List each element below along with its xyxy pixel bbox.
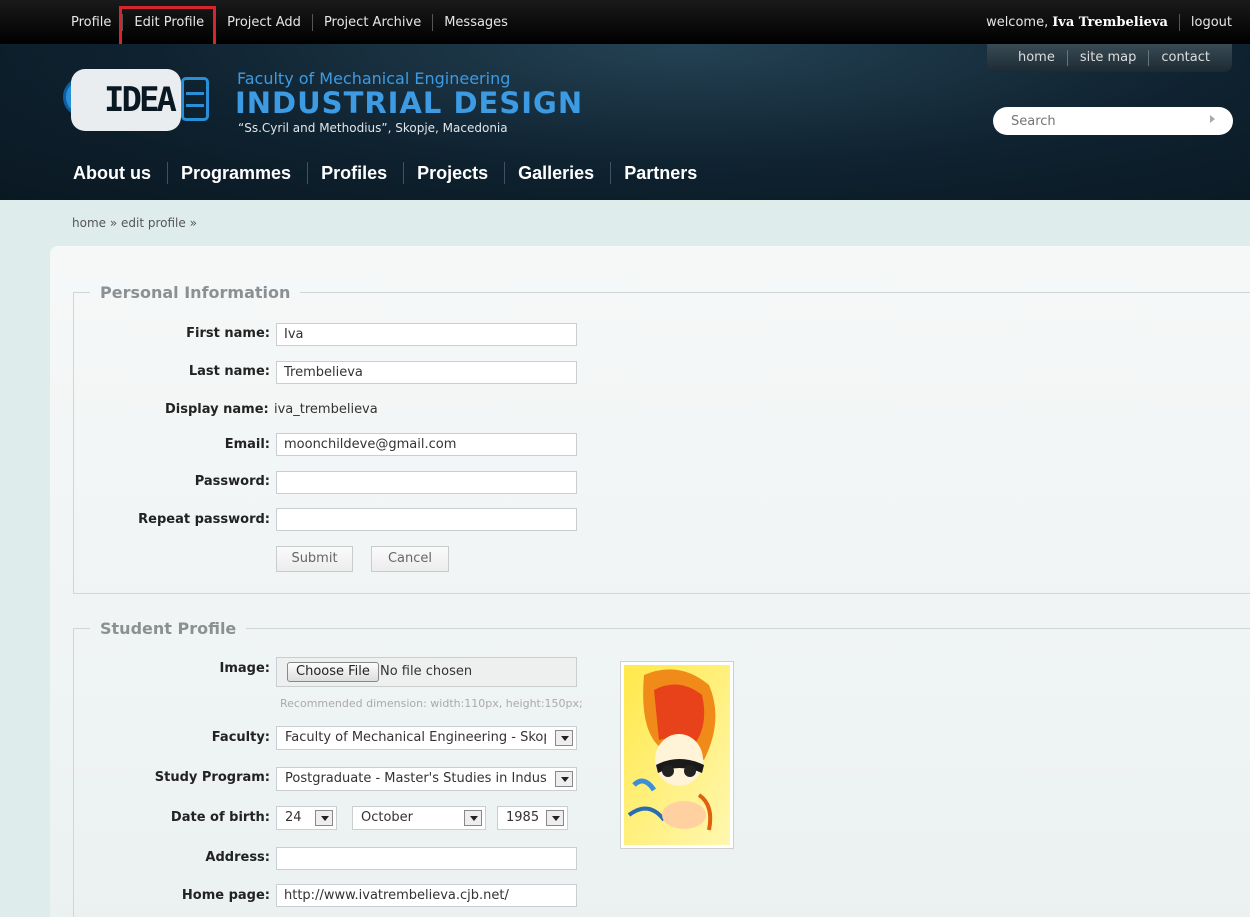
- address-label: Address:: [205, 850, 270, 865]
- nav-galleries[interactable]: Galleries: [505, 162, 612, 184]
- nav-profile[interactable]: Profile: [60, 14, 124, 31]
- search-input[interactable]: [1011, 112, 1191, 130]
- chevron-down-icon: [555, 730, 573, 746]
- logout-link[interactable]: logout: [1191, 14, 1232, 31]
- nav-projects[interactable]: Projects: [404, 162, 506, 184]
- study-program-select[interactable]: Postgraduate - Master's Studies in Indus…: [276, 767, 577, 791]
- search-box: [993, 107, 1233, 135]
- dob-day-select[interactable]: 24: [276, 806, 337, 830]
- study-program-label: Study Program:: [154, 770, 270, 785]
- faculty-selected-value: Faculty of Mechanical Engineering - Skop…: [285, 730, 546, 745]
- dob-month-select[interactable]: October: [352, 806, 486, 830]
- nav-project-add[interactable]: Project Add: [216, 14, 313, 31]
- no-file-text: No file chosen: [380, 664, 473, 679]
- display-name-value: iva_trembelieva: [274, 402, 378, 417]
- faculty-label: Faculty:: [211, 730, 270, 745]
- chevron-down-icon: [315, 810, 333, 826]
- repeat-password-label: Repeat password:: [138, 512, 270, 527]
- last-name-field[interactable]: Trembelieva: [276, 361, 577, 384]
- nav-project-archive[interactable]: Project Archive: [313, 14, 434, 31]
- logo-idea-text: IDEA: [71, 69, 181, 131]
- faculty-select[interactable]: Faculty of Mechanical Engineering - Skop…: [276, 726, 577, 750]
- utility-contact[interactable]: contact: [1149, 50, 1222, 66]
- first-name-label: First name:: [186, 326, 270, 341]
- dob-year-value: 1985: [506, 810, 540, 825]
- student-profile-legend: Student Profile: [100, 619, 237, 638]
- search-arrow-icon[interactable]: [1210, 115, 1215, 123]
- home-page-field[interactable]: http://www.ivatrembelieva.cjb.net/: [276, 884, 577, 907]
- last-name-label: Last name:: [188, 364, 270, 379]
- nav-partners[interactable]: Partners: [611, 162, 713, 184]
- nav-profiles[interactable]: Profiles: [308, 162, 405, 184]
- display-name-label: Display name:: [165, 402, 269, 417]
- dob-day-value: 24: [285, 810, 302, 825]
- divider: [1178, 14, 1180, 31]
- personal-info-legend: Personal Information: [100, 283, 291, 302]
- chevron-down-icon: [464, 810, 482, 826]
- image-upload: Choose File No file chosen: [276, 657, 577, 687]
- department-title: INDUSTRIAL DESIGN: [235, 86, 584, 120]
- choose-file-button[interactable]: Choose File: [287, 662, 379, 682]
- logo-lab-mark: [181, 77, 209, 121]
- email-field[interactable]: moonchildeve@gmail.com: [276, 433, 577, 456]
- welcome-text: welcome,: [986, 15, 1049, 30]
- dob-month-value: October: [361, 810, 414, 825]
- chevron-down-icon: [555, 771, 573, 787]
- repeat-password-field[interactable]: [276, 508, 577, 531]
- chevron-down-icon: [546, 810, 564, 826]
- welcome-area: welcome, Iva Trembelieva logout: [986, 14, 1232, 31]
- password-label: Password:: [194, 474, 270, 489]
- user-name: Iva Trembelieva: [1052, 15, 1168, 30]
- main-nav: About us Programmes Profiles Projects Ga…: [60, 162, 713, 184]
- submit-button[interactable]: Submit: [276, 546, 353, 572]
- profile-photo: [620, 661, 734, 849]
- email-label: Email:: [224, 437, 270, 452]
- image-label: Image:: [219, 661, 270, 676]
- address-field[interactable]: [276, 847, 577, 870]
- breadcrumb[interactable]: home » edit profile »: [72, 216, 197, 230]
- study-program-selected-value: Postgraduate - Master's Studies in Indus…: [285, 771, 546, 786]
- nav-programmes[interactable]: Programmes: [168, 162, 309, 184]
- nav-about-us[interactable]: About us: [60, 162, 168, 184]
- dob-year-select[interactable]: 1985: [497, 806, 568, 830]
- nav-messages[interactable]: Messages: [433, 14, 519, 31]
- utility-home[interactable]: home: [1006, 50, 1068, 66]
- password-field[interactable]: [276, 471, 577, 494]
- site-header: home site map contact IDEA Faculty of Me…: [0, 44, 1250, 200]
- profile-photo-image: [624, 665, 730, 845]
- first-name-field[interactable]: Iva: [276, 323, 577, 346]
- utility-nav: home site map contact: [987, 44, 1232, 72]
- home-page-label: Home page:: [181, 888, 270, 903]
- date-of-birth-label: Date of birth:: [170, 810, 270, 825]
- utility-site-map[interactable]: site map: [1068, 50, 1150, 66]
- image-dimension-hint: Recommended dimension: width:110px, heig…: [280, 697, 583, 710]
- cancel-button[interactable]: Cancel: [371, 546, 449, 572]
- university-subtitle: “Ss.Cyril and Methodius”, Skopje, Macedo…: [238, 121, 508, 135]
